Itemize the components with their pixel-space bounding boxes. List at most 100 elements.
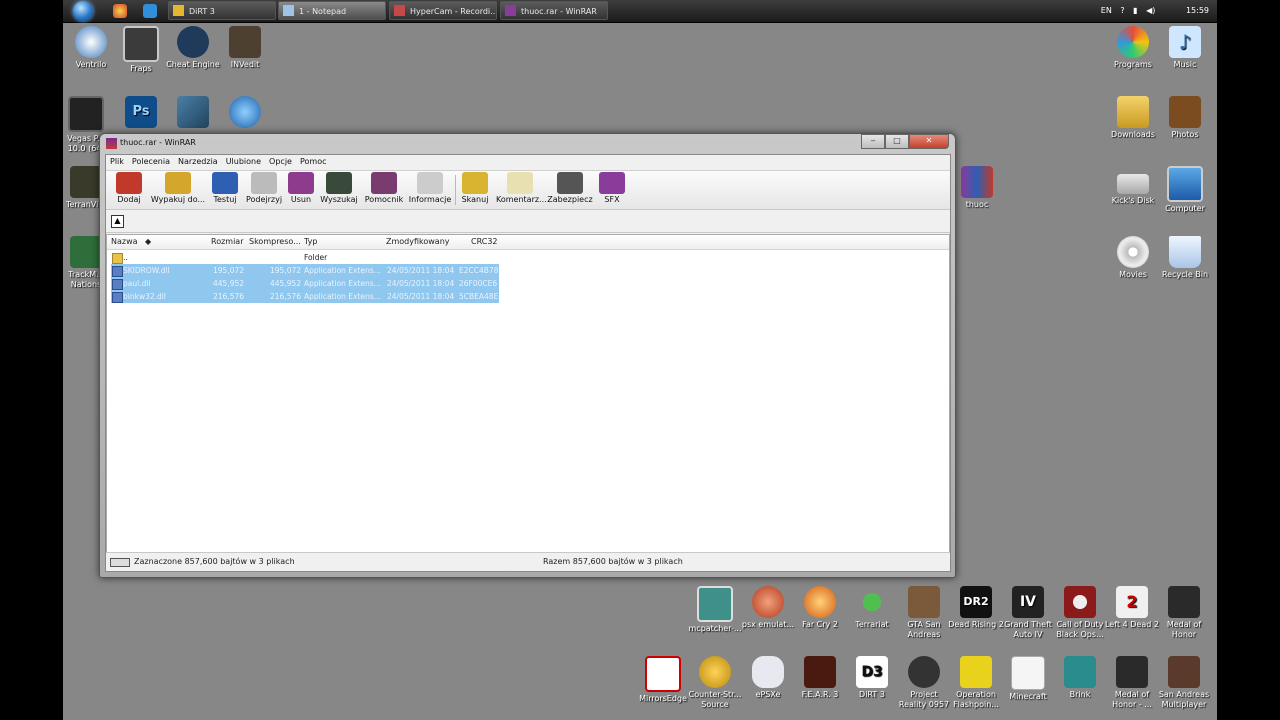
col-nazwa[interactable]: Nazwa [111, 235, 138, 249]
desktop-icon-farcry2[interactable]: Far Cry 2 [792, 586, 848, 630]
desktop-icon-fear3[interactable]: F.E.A.R. 3 [792, 656, 848, 700]
skype-quicklaunch-icon[interactable] [143, 4, 157, 18]
gamepad-icon [752, 656, 784, 688]
desktop-icon-downloads[interactable]: Downloads [1105, 96, 1161, 140]
start-button[interactable] [67, 0, 97, 22]
desktop-icon-photoshop[interactable]: Ps [113, 96, 169, 130]
fraps-icon [123, 26, 159, 62]
desktop-icon-programs[interactable]: Programs [1105, 26, 1161, 70]
desktop-icon-mcpatcher[interactable]: mcpatcher-... [687, 586, 743, 634]
menu-pomoc[interactable]: Pomoc [300, 157, 327, 166]
help-icon[interactable]: ? [1120, 6, 1124, 15]
menu-ulubione[interactable]: Ulubione [226, 157, 261, 166]
menu-narzedzia[interactable]: Narzedzia [178, 157, 218, 166]
zabezpiecz-button[interactable]: Zabezpiecz [547, 172, 593, 204]
title-bar[interactable]: thuoc.rar - WinRAR ‒ □ ✕ [100, 134, 955, 154]
desktop-icon-terrariat[interactable]: Terrariat [844, 586, 900, 630]
desktop-icon-l4d2[interactable]: 2 Left 4 Dead 2 [1104, 586, 1160, 630]
desktop-icon-op-flashpoint[interactable]: Operation Flashpoin... [948, 656, 1004, 710]
desktop-icon-samp[interactable]: San Andreas Multiplayer [1156, 656, 1212, 710]
menu-plik[interactable]: Plik [110, 157, 124, 166]
desktop-icon-moh[interactable]: Medal of Honor [1156, 586, 1212, 640]
col-typ[interactable]: Typ [304, 235, 317, 249]
table-row[interactable]: SKIDROW.dll 195,072 195,072 Application … [111, 264, 499, 277]
desktop-icon-psx[interactable]: psx emulat... [740, 586, 796, 630]
desktop-icon-gta4[interactable]: IV Grand Theft Auto IV [1000, 586, 1056, 640]
desktop-icon-css[interactable]: Counter-Str... Source [687, 656, 743, 710]
wypakuj-button[interactable]: Wypakuj do... [150, 172, 206, 204]
podejrzyj-button[interactable]: Podejrzyj [243, 172, 285, 204]
desktop-icon-epsxe[interactable]: ePSXe [740, 656, 796, 700]
desktop-icon-music[interactable]: ♪ Music [1157, 26, 1213, 70]
gta4-icon: IV [1012, 586, 1044, 618]
col-zmodyfikowany[interactable]: Zmodyfikowany [386, 235, 450, 249]
skanuj-button[interactable]: Skanuj [459, 172, 491, 204]
desktop-icon-mirrors-edge[interactable]: MirrorsEdge [635, 656, 691, 704]
chrome-quicklaunch-icon[interactable] [113, 4, 127, 18]
desktop-icon-computer[interactable]: Computer [1157, 166, 1213, 214]
minimize-button[interactable]: ‒ [861, 134, 885, 149]
table-row[interactable]: paul.dll 445,952 445,952 Application Ext… [111, 277, 499, 290]
desktop-icon-photos[interactable]: Photos [1157, 96, 1213, 140]
desktop-icon-kicks-disk[interactable]: Kick's Disk [1105, 166, 1161, 206]
shield-icon [557, 172, 583, 194]
menu-bar: Plik Polecenia Narzedzia Ulubione Opcje Pomoc [106, 155, 950, 169]
downloads-folder-icon [1117, 96, 1149, 128]
desktop-icon-moh2[interactable]: Medal of Honor - ... [1104, 656, 1160, 710]
add-archive-icon [116, 172, 142, 194]
menu-opcje[interactable]: Opcje [269, 157, 292, 166]
dodaj-button[interactable]: Dodaj [112, 172, 146, 204]
up-folder-button[interactable]: ▲ [111, 215, 124, 228]
hypercam-icon [394, 5, 405, 16]
col-crc32[interactable]: CRC32 [471, 235, 498, 249]
task-hypercam[interactable]: HyperCam - Recordi... [389, 1, 497, 20]
komentarz-button[interactable]: Komentarz... [496, 172, 547, 204]
usun-button[interactable]: Usun [287, 172, 315, 204]
col-skompresowany[interactable]: Skompreso... [249, 235, 301, 249]
taskbar: DiRT 3 1 - Notepad HyperCam - Recordi...… [63, 0, 1217, 23]
table-row[interactable]: .. Folder [111, 251, 499, 264]
rar-archive-icon [961, 166, 993, 198]
desktop-icon-dirt3[interactable]: D3 DiRT 3 [844, 656, 900, 700]
cheat-engine-icon [177, 26, 209, 58]
task-notepad[interactable]: 1 - Notepad [278, 1, 386, 20]
desktop-icon-cod-bo[interactable]: Call of Duty Black Ops... [1052, 586, 1108, 640]
programs-icon [1117, 26, 1149, 58]
toolbar: Dodaj Wypakuj do... Testuj Podejrzyj Usu… [106, 170, 950, 210]
wyszukaj-button[interactable]: Wyszukaj [318, 172, 360, 204]
network-icon[interactable]: ▮ [1133, 6, 1137, 15]
desktop-icon-dead-rising2[interactable]: DR2 Dead Rising 2 [948, 586, 1004, 630]
desktop-icon-globe[interactable] [217, 96, 273, 130]
clock[interactable]: 15:59 [1186, 6, 1209, 15]
file-list[interactable]: Nazwa ◆ Rozmiar Skompreso... Typ Zmodyfi… [106, 234, 950, 553]
desktop-icon-thuoc[interactable]: thuoc [949, 166, 1005, 210]
desktop-icon-fraps[interactable]: Fraps [113, 26, 169, 74]
desktop-icon-box[interactable] [165, 96, 221, 130]
desktop-icon-movies[interactable]: Movies [1105, 236, 1161, 280]
desktop-icon-ventrilo[interactable]: Ventrilo [63, 26, 119, 70]
desktop-icon-invedit[interactable]: INVedit [217, 26, 273, 70]
desktop-icon-recycle-bin[interactable]: Recycle Bin [1157, 236, 1213, 280]
informacje-button[interactable]: Informacje [407, 172, 453, 204]
language-indicator[interactable]: EN [1101, 6, 1112, 15]
task-dirt3[interactable]: DiRT 3 [168, 1, 276, 20]
volume-icon[interactable]: ◀) [1146, 6, 1155, 15]
task-winrar[interactable]: thuoc.rar - WinRAR [500, 1, 608, 20]
cube-icon [177, 96, 209, 128]
close-button[interactable]: ✕ [909, 134, 949, 149]
status-bar: Zaznaczone 857,600 bajtów w 3 plikach Ra… [106, 552, 950, 571]
testuj-button[interactable]: Testuj [209, 172, 241, 204]
desktop-icon-gta-sa[interactable]: GTA San Andreas [896, 586, 952, 640]
table-row[interactable]: binkw32.dll 216,576 216,576 Application … [111, 290, 499, 303]
col-rozmiar[interactable]: Rozmiar [211, 235, 244, 249]
minecraft-jar-icon [1011, 656, 1045, 690]
desktop-icon-cheat-engine[interactable]: Cheat Engine [165, 26, 221, 70]
desktop-icon-project-reality[interactable]: Project Reality 0957 [896, 656, 952, 710]
sfx-button[interactable]: SFX [598, 172, 626, 204]
maximize-button[interactable]: □ [885, 134, 909, 149]
desktop-icon-minecraft[interactable]: Minecraft [1000, 656, 1056, 702]
desktop-icon-brink[interactable]: Brink [1052, 656, 1108, 700]
pomocnik-button[interactable]: Pomocnik [362, 172, 406, 204]
menu-polecenia[interactable]: Polecenia [132, 157, 170, 166]
binoculars-icon [326, 172, 352, 194]
